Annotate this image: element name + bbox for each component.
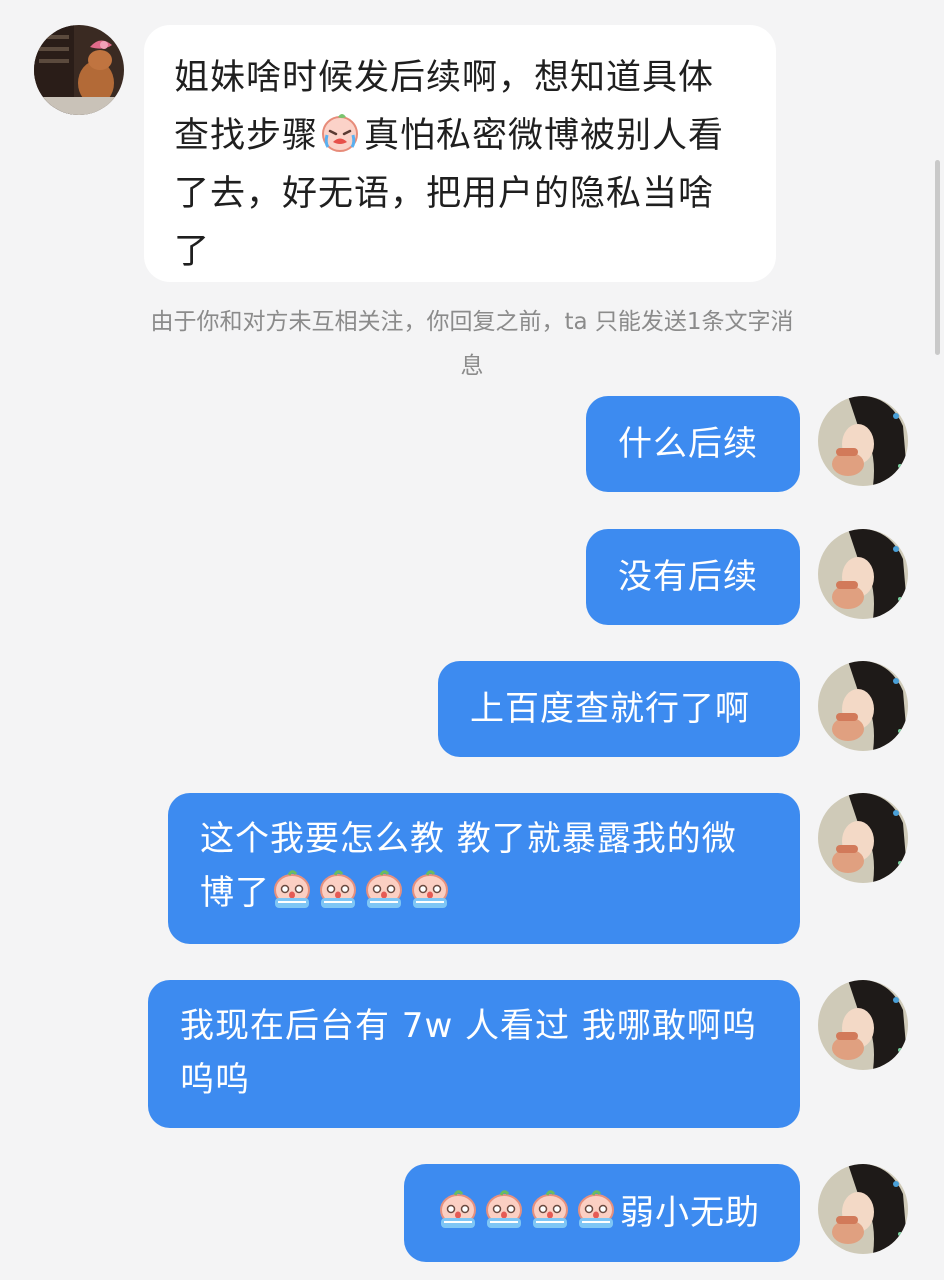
message-line: 姐妹啥时候发后续啊，想知道具体 bbox=[174, 58, 715, 98]
girl-photo-icon bbox=[818, 396, 908, 486]
follow-restriction-notice: 由于你和对方未互相关注，你回复之前，ta 只能发送1条文字消 息 bbox=[150, 309, 794, 379]
message-line: 了 bbox=[174, 232, 211, 272]
message-line: 查找步骤 真怕私密微博被别人看 bbox=[174, 107, 746, 165]
crying-peach-icon bbox=[528, 1190, 572, 1230]
outgoing-message-bubble[interactable]: 没有后续 bbox=[586, 529, 800, 625]
crying-peach-icon bbox=[574, 1190, 618, 1230]
crying-peach-icon bbox=[316, 870, 360, 910]
outgoing-message-bubble[interactable]: 这个我要怎么教 教了就暴露我的微 博了 bbox=[168, 793, 800, 944]
crying-peach-icon bbox=[362, 870, 406, 910]
crying-face-icon bbox=[318, 113, 362, 153]
my-avatar[interactable] bbox=[818, 980, 908, 1070]
crying-peach-icon bbox=[408, 870, 452, 910]
outgoing-message-bubble[interactable]: 弱小无助 bbox=[404, 1164, 800, 1262]
my-avatar[interactable] bbox=[818, 1164, 908, 1254]
message-line: 了去，好无语，把用户的隐私当啥 bbox=[174, 174, 715, 214]
scrollbar[interactable] bbox=[935, 160, 940, 355]
my-avatar[interactable] bbox=[818, 661, 908, 751]
dog-photo-icon bbox=[34, 25, 124, 115]
girl-photo-icon bbox=[818, 980, 908, 1070]
girl-photo-icon bbox=[818, 1164, 908, 1254]
crying-peach-icon bbox=[270, 870, 314, 910]
crying-peach-icon bbox=[482, 1190, 526, 1230]
incoming-message-bubble[interactable]: 姐妹啥时候发后续啊，想知道具体 查找步骤 真怕私密微博被别人看 了去，好无语，把用… bbox=[144, 25, 776, 282]
girl-photo-icon bbox=[818, 793, 908, 883]
outgoing-message-bubble[interactable]: 我现在后台有 7w 人看过 我哪敢啊呜 呜呜 bbox=[148, 980, 800, 1128]
crying-peach-icon bbox=[436, 1190, 480, 1230]
my-avatar[interactable] bbox=[818, 396, 908, 486]
my-avatar[interactable] bbox=[818, 793, 908, 883]
sender-avatar[interactable] bbox=[34, 25, 124, 115]
my-avatar[interactable] bbox=[818, 529, 908, 619]
outgoing-message-bubble[interactable]: 上百度查就行了啊 bbox=[438, 661, 800, 757]
outgoing-message-bubble[interactable]: 什么后续 bbox=[586, 396, 800, 492]
girl-photo-icon bbox=[818, 529, 908, 619]
girl-photo-icon bbox=[818, 661, 908, 751]
